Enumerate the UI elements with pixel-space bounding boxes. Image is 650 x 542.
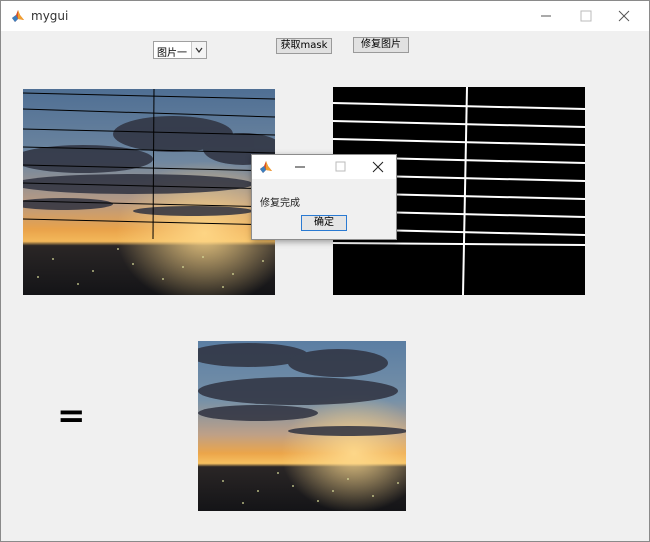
dialog-title-bar[interactable]: [252, 155, 396, 179]
matlab-icon: [260, 161, 272, 173]
mygui-window: mygui 图片一 获取mask 修复图片 = 修复完成 确定: [0, 0, 650, 542]
repair-image-button[interactable]: 修复图片: [353, 37, 409, 53]
minimize-icon[interactable]: [292, 159, 308, 175]
completion-dialog: 修复完成 确定: [251, 154, 397, 240]
close-icon[interactable]: [370, 159, 386, 175]
close-icon[interactable]: [609, 5, 639, 27]
maximize-icon[interactable]: [571, 5, 601, 27]
equals-sign: =: [57, 396, 86, 436]
source-image: [23, 89, 275, 295]
image-select-dropdown[interactable]: 图片一: [153, 41, 207, 59]
chevron-down-icon: [195, 47, 203, 53]
result-image: [198, 341, 406, 511]
matlab-icon: [12, 10, 24, 22]
title-bar[interactable]: mygui: [1, 1, 649, 31]
dialog-message: 修复完成: [260, 198, 300, 209]
window-title: mygui: [31, 9, 69, 23]
minimize-icon[interactable]: [531, 5, 561, 27]
maximize-icon[interactable]: [332, 159, 348, 175]
get-mask-button[interactable]: 获取mask: [276, 38, 332, 54]
ok-button[interactable]: 确定: [301, 215, 347, 231]
image-select-value: 图片一: [157, 48, 187, 59]
dropdown-arrow[interactable]: [191, 42, 206, 58]
